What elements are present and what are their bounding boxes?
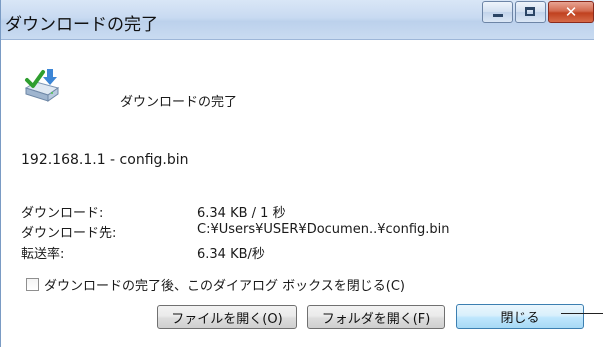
open-file-button[interactable]: ファイルを開く(O) [157, 305, 297, 329]
maximize-button[interactable] [515, 1, 546, 23]
minimize-icon [493, 14, 503, 17]
window-title: ダウンロードの完了 [5, 15, 158, 35]
open-folder-button[interactable]: フォルダを開く(F) [307, 305, 445, 329]
downloaded-value: 6.34 KB / 1 秒 [197, 206, 286, 221]
close-when-done-label: ダウンロードの完了後、このダイアログ ボックスを閉じる(C) [44, 279, 405, 294]
title-bar[interactable]: ダウンロードの完了 ✕ [1, 0, 594, 40]
download-complete-dialog: ダウンロードの完了 ✕ ダウンロードの完了 192.168.1.1 - conf… [0, 0, 603, 347]
header-text: ダウンロードの完了 [120, 95, 238, 110]
close-window-button[interactable]: ✕ [548, 1, 594, 23]
close-when-done-option[interactable]: ダウンロードの完了後、このダイアログ ボックスを閉じる(C) [26, 275, 405, 294]
transfer-rate-label: 転送率: [21, 247, 65, 262]
close-icon: ✕ [564, 3, 578, 21]
caption-buttons: ✕ [480, 1, 594, 23]
destination-label: ダウンロード先: [21, 226, 117, 241]
maximize-icon [525, 7, 535, 16]
minimize-button[interactable] [482, 1, 513, 23]
close-button[interactable]: 閉じる [456, 304, 584, 329]
downloaded-label: ダウンロード: [21, 206, 104, 221]
transfer-rate-value: 6.34 KB/秒 [197, 247, 265, 262]
close-when-done-checkbox[interactable] [26, 278, 39, 291]
source-filename: 192.168.1.1 - config.bin [21, 152, 189, 168]
destination-value: C:¥Users¥USER¥Documen..¥config.bin [197, 222, 450, 237]
download-complete-icon [24, 68, 64, 104]
callout-pointer-line [561, 313, 603, 314]
